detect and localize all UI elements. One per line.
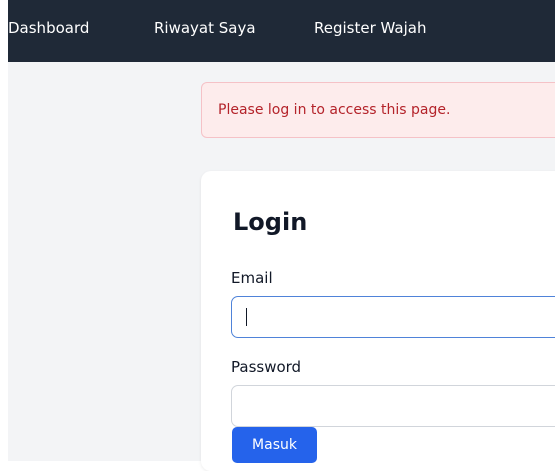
login-title: Login (233, 208, 308, 236)
nav-link-riwayat-saya[interactable]: Riwayat Saya (154, 19, 256, 37)
top-navbar: Dashboard Riwayat Saya Register Wajah (8, 0, 555, 62)
error-alert: Please log in to access this page. (201, 82, 555, 138)
alert-message: Please log in to access this page. (218, 102, 451, 118)
email-field[interactable] (231, 296, 555, 338)
nav-link-register-wajah[interactable]: Register Wajah (314, 19, 426, 37)
masuk-button[interactable]: Masuk (232, 427, 317, 463)
nav-link-dashboard[interactable]: Dashboard (8, 19, 89, 37)
password-label: Password (231, 358, 302, 376)
password-field[interactable] (231, 385, 555, 427)
text-caret (246, 308, 247, 326)
email-label: Email (231, 269, 273, 287)
login-card: Login Email Password Masuk (201, 171, 555, 471)
